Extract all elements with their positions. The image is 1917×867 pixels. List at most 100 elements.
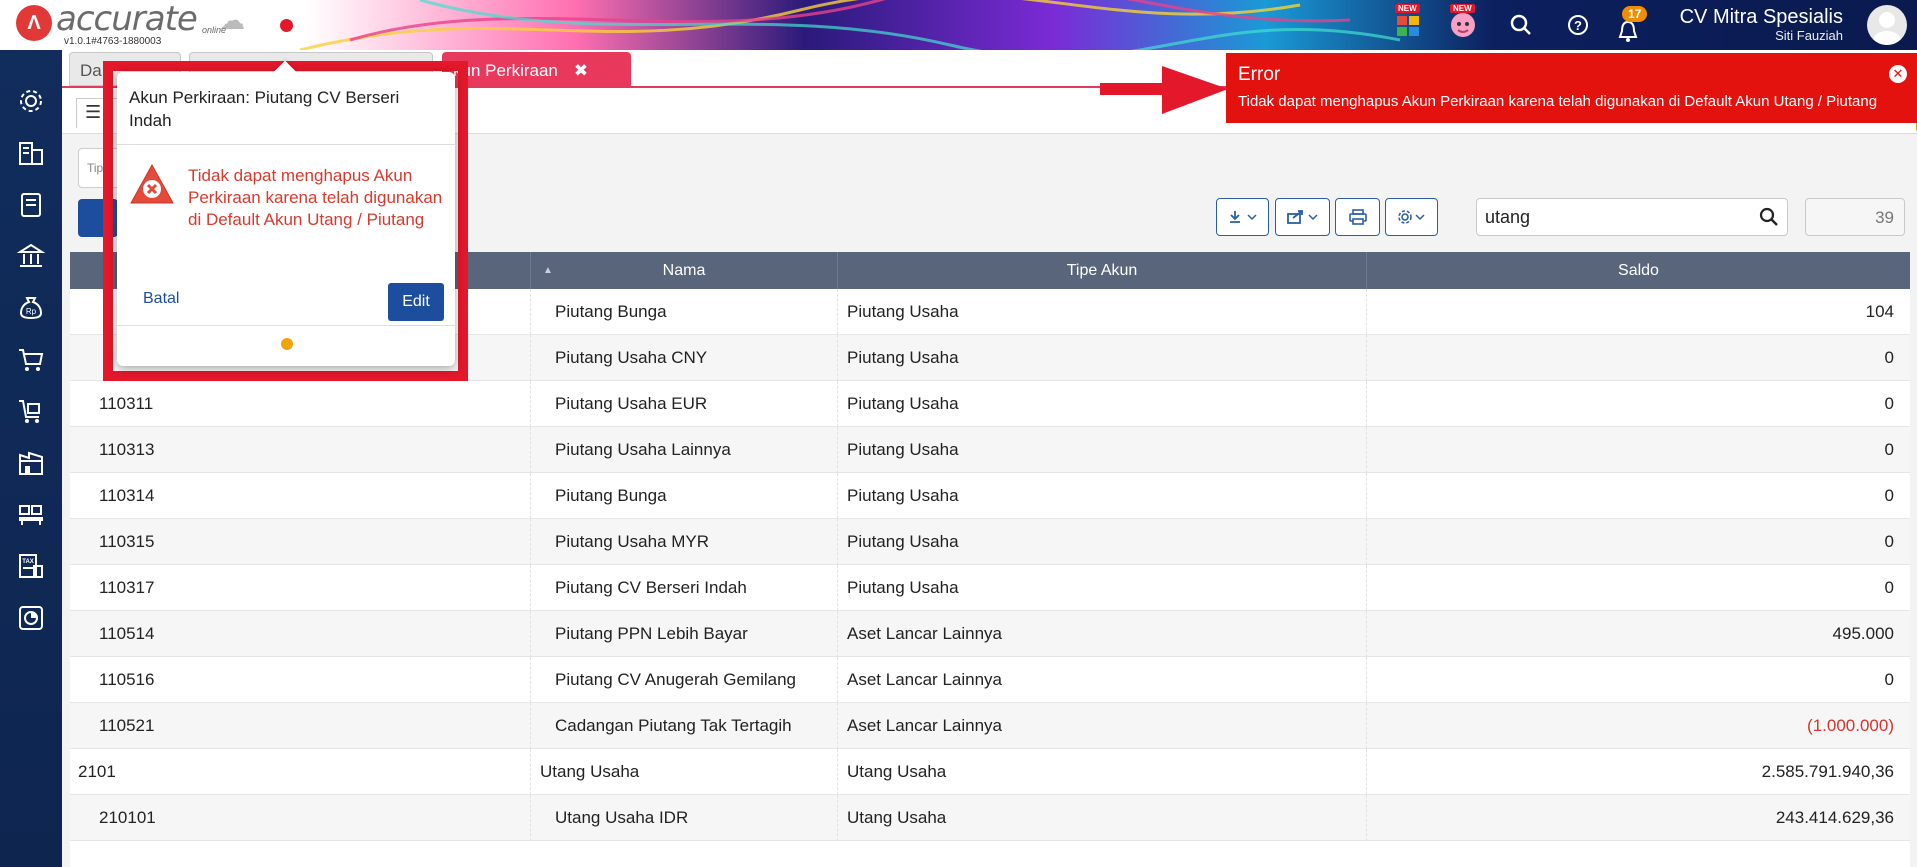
tab-akun-perkiraan[interactable]: kun Perkiraan ✖ <box>442 52 631 86</box>
cell-saldo: 0 <box>1366 473 1910 519</box>
table-row[interactable]: 110315 Piutang Usaha MYR Piutang Usaha 0 <box>70 519 1910 565</box>
settings-gear-icon[interactable] <box>14 84 48 118</box>
tab-close-icon[interactable]: ✖ <box>574 61 588 80</box>
table-row[interactable]: 110317 Piutang CV Berseri Indah Piutang Us… <box>70 565 1910 611</box>
cell-saldo: 104 <box>1366 289 1910 335</box>
settings-button[interactable] <box>1385 198 1438 236</box>
accurate-logo-mark: Λ <box>16 5 52 41</box>
warehouse-icon[interactable] <box>14 446 48 480</box>
error-message: Tidak dapat menghapus Akun Perkiraan kar… <box>1238 93 1878 110</box>
print-button[interactable] <box>1335 198 1380 236</box>
popup-title: Akun Perkiraan: Piutang CV Berseri Indah <box>117 72 455 145</box>
table-row[interactable]: 110314 Piutang Bunga Piutang Usaha 0 <box>70 473 1910 519</box>
tax-document-icon[interactable]: TAX <box>14 549 48 583</box>
cell-saldo: 0 <box>1366 381 1910 427</box>
shopping-cart-icon[interactable] <box>14 343 48 377</box>
cell-saldo: 0 <box>1366 519 1910 565</box>
column-header-saldo[interactable]: Saldo <box>1366 252 1910 289</box>
red-arrow-icon <box>1100 66 1228 114</box>
company-info[interactable]: CV Mitra Spesialis Siti Fauziah <box>1680 6 1843 43</box>
cell-account-name: Piutang CV Berseri Indah <box>530 565 837 611</box>
logo-text: accurate <box>56 0 198 39</box>
cell-saldo: 0 <box>1366 427 1910 473</box>
cell-account-name: Piutang Usaha EUR <box>530 381 837 427</box>
cell-account-no: 110314 <box>99 486 155 505</box>
cell-saldo: 0 <box>1366 565 1910 611</box>
avatar[interactable] <box>1867 5 1907 45</box>
cell-account-no: 110514 <box>99 624 155 643</box>
cell-account-type: Utang Usaha <box>837 795 1366 841</box>
sidebar: Rp TAX <box>0 50 62 867</box>
mascot-icon[interactable]: NEW <box>1446 4 1480 42</box>
table-row[interactable]: 110514 Piutang PPN Lebih Bayar Aset Lancar… <box>70 611 1910 657</box>
logo-sub: online <box>202 25 227 35</box>
money-bag-icon[interactable]: Rp <box>14 290 48 324</box>
cell-account-type: Piutang Usaha <box>837 519 1366 565</box>
search-icon[interactable] <box>1504 8 1538 42</box>
sort-icon[interactable]: ▲ <box>543 252 553 289</box>
export-share-button[interactable] <box>1275 198 1330 236</box>
cell-account-no: 110516 <box>99 670 155 689</box>
gear-icon <box>1397 210 1425 224</box>
table-row[interactable]: 2101 Utang Usaha Utang Usaha 2.585.791.940,… <box>70 749 1910 795</box>
error-title: Error <box>1238 64 1281 85</box>
download-icon <box>1229 211 1257 223</box>
cell-account-type: Piutang Usaha <box>837 381 1366 427</box>
svg-text:TAX: TAX <box>22 559 34 565</box>
cell-account-no: 110317 <box>99 578 155 597</box>
bank-icon[interactable] <box>14 239 48 273</box>
cell-saldo: 243.414.629,36 <box>1366 795 1910 841</box>
company-building-icon[interactable] <box>14 136 48 170</box>
close-icon[interactable]: ✕ <box>1889 65 1907 83</box>
apps-grid-icon[interactable]: NEW <box>1391 4 1425 42</box>
new-badge: NEW <box>1395 4 1420 13</box>
cell-saldo: 495.000 <box>1366 611 1910 657</box>
cell-account-type: Piutang Usaha <box>837 427 1366 473</box>
tab-label: kun Perkiraan <box>453 61 558 80</box>
svg-text:?: ? <box>1574 18 1582 33</box>
cell-account-name: Piutang PPN Lebih Bayar <box>530 611 837 657</box>
cell-account-name: Utang Usaha <box>530 749 837 795</box>
tab-label: Da <box>80 61 102 80</box>
purchase-cart-icon[interactable] <box>14 394 48 428</box>
cell-account-type: Piutang Usaha <box>837 289 1366 335</box>
import-download-button[interactable] <box>1216 198 1269 236</box>
cell-account-type: Aset Lancar Lainnya <box>837 611 1366 657</box>
record-count: 39 <box>1805 198 1905 236</box>
table-row[interactable]: 110516 Piutang CV Anugerah Gemilang Aset L… <box>70 657 1910 703</box>
cell-account-type: Piutang Usaha <box>837 473 1366 519</box>
table-row[interactable]: 110521 Cadangan Piutang Tak Tertagih Aset … <box>70 703 1910 749</box>
edit-button[interactable]: Edit <box>388 283 444 321</box>
cell-saldo: 0 <box>1366 657 1910 703</box>
table-row[interactable]: 110313 Piutang Usaha Lainnya Piutang Usaha… <box>70 427 1910 473</box>
inventory-pallet-icon[interactable] <box>14 498 48 532</box>
new-badge: NEW <box>1450 4 1475 13</box>
printer-icon <box>1348 209 1367 225</box>
user-name: Siti Fauziah <box>1775 28 1843 43</box>
cell-account-no: 110521 <box>99 716 155 735</box>
cell-saldo: 2.585.791.940,36 <box>1366 749 1910 795</box>
accurate-logo[interactable]: Λ accurate ☁ online v1.0.1#4763-1880003 <box>16 0 245 47</box>
cell-saldo: 0 <box>1366 335 1910 381</box>
cell-account-name: Piutang Usaha Lainnya <box>530 427 837 473</box>
search-input[interactable] <box>1477 199 1747 235</box>
help-icon[interactable]: ? <box>1561 8 1595 42</box>
cell-account-type: Piutang Usaha <box>837 565 1366 611</box>
top-bar: Λ accurate ☁ online v1.0.1#4763-1880003 … <box>0 0 1917 50</box>
report-chart-icon[interactable] <box>14 601 48 635</box>
ledger-book-icon[interactable] <box>14 188 48 222</box>
cancel-link[interactable]: Batal <box>143 290 179 308</box>
column-header-nama[interactable]: ▲ Nama <box>530 252 837 289</box>
column-header-tipe-akun[interactable]: Tipe Akun <box>837 252 1366 289</box>
search-box[interactable] <box>1476 198 1788 236</box>
cell-account-name: Utang Usaha IDR <box>530 795 837 841</box>
table-row[interactable]: 110311 Piutang Usaha EUR Piutang Usaha 0 <box>70 381 1910 427</box>
cell-account-no: 110315 <box>99 532 155 551</box>
cell-account-name: Piutang Bunga <box>530 289 837 335</box>
account-popup: Akun Perkiraan: Piutang CV Berseri Indah… <box>117 60 455 366</box>
cell-account-no: 2101 <box>78 762 116 781</box>
search-icon[interactable] <box>1759 207 1779 232</box>
table-row[interactable]: 210101 Utang Usaha IDR Utang Usaha 243.414.… <box>70 795 1910 841</box>
loading-dot <box>281 338 293 350</box>
notification-count-badge: 17 <box>1622 6 1648 22</box>
